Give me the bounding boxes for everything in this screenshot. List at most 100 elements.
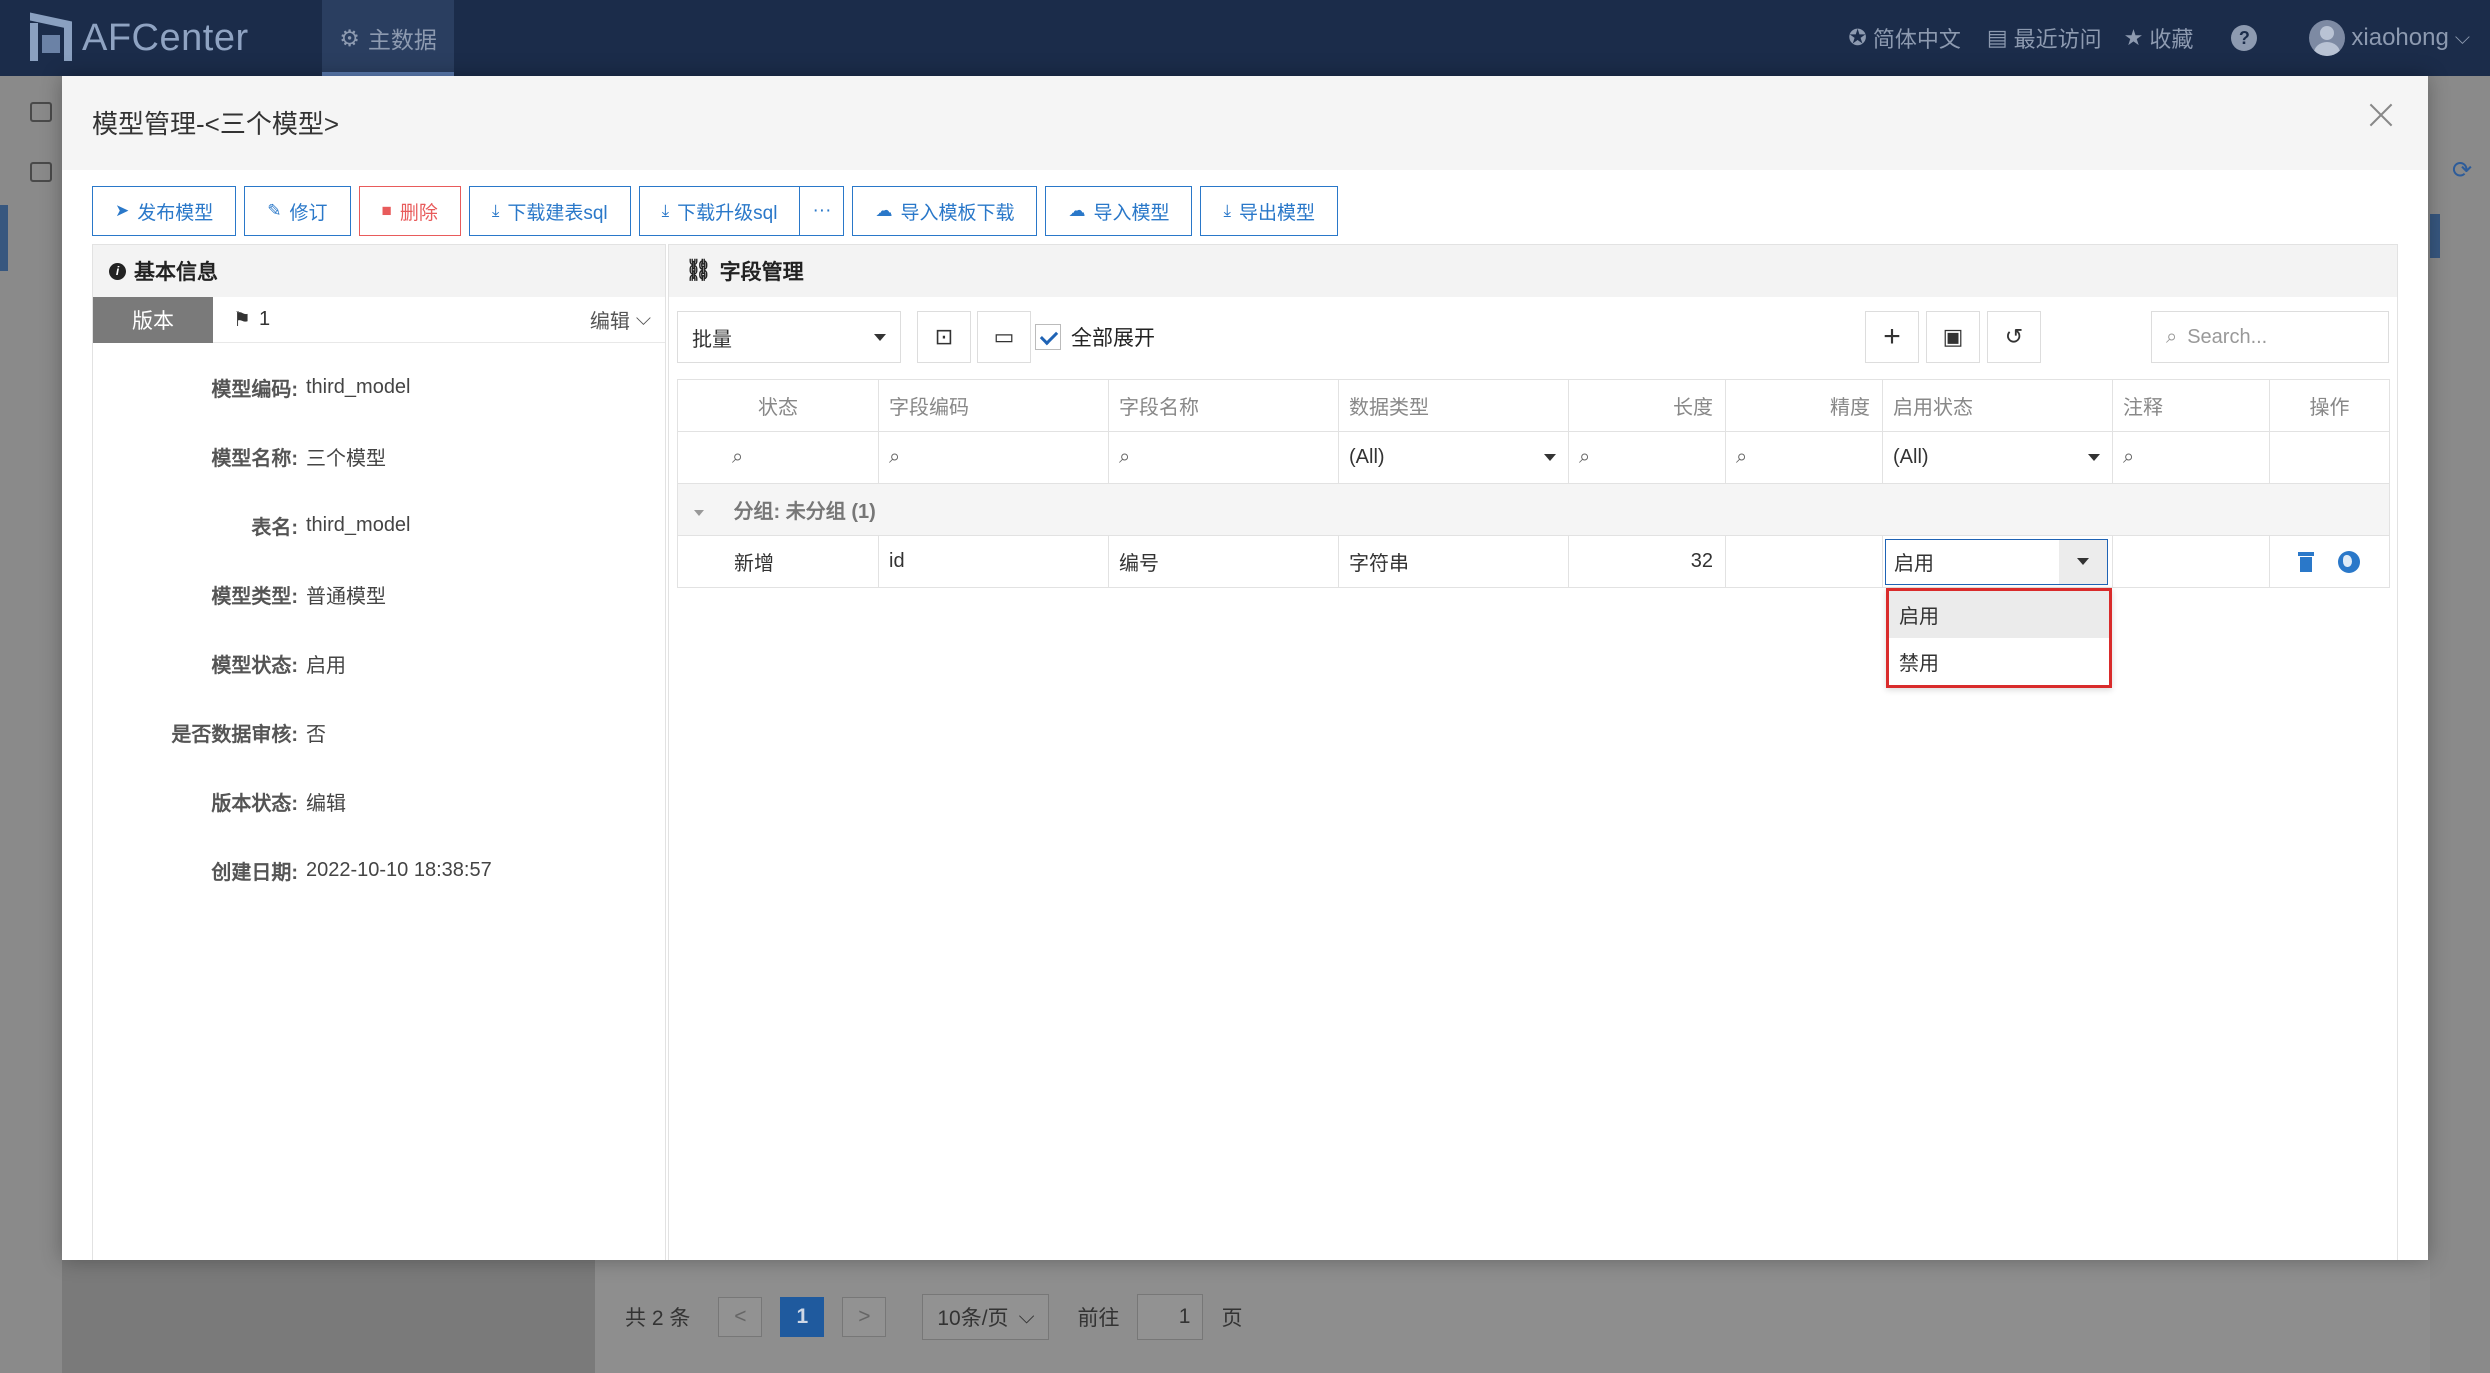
data-type-filter-select[interactable]: (All) [1349, 446, 1568, 469]
option-enabled[interactable]: 启用 [1889, 591, 2109, 638]
delete-button[interactable]: ■ 删除 [358, 186, 461, 236]
revise-button[interactable]: ✎ 修订 [244, 186, 351, 236]
favorites[interactable]: ★ 收藏 [2124, 22, 2194, 54]
globe-icon[interactable] [2338, 550, 2360, 573]
goto-page-input[interactable]: 1 [1137, 1293, 1204, 1340]
col-precision[interactable]: 精度 [1725, 379, 1883, 432]
page-size-select[interactable]: 10条/页 ⌵ [922, 1293, 1050, 1340]
filter-length[interactable]: ⌕ [1568, 431, 1726, 484]
collapse-caret-icon[interactable] [694, 509, 704, 516]
col-length[interactable]: 长度 [1568, 379, 1726, 432]
cell-enabled[interactable]: 启用 [1882, 535, 2113, 588]
row-actions [2280, 550, 2389, 573]
cell-comment[interactable] [2112, 535, 2270, 588]
filter-comment[interactable]: ⌕ [2112, 431, 2270, 484]
info-row-model-status: 模型状态: 启用 [93, 629, 665, 698]
info-value: 2022-10-10 18:38:57 [306, 859, 492, 881]
cell-status[interactable]: 新增 [677, 535, 879, 588]
col-status[interactable]: 状态 [677, 379, 879, 432]
save-button[interactable]: ▣ [1926, 311, 1980, 363]
version-tab[interactable]: 版本 [93, 296, 213, 343]
group-cell[interactable]: 分组: 未分组 (1) [677, 483, 2390, 536]
cell-field-code[interactable]: id [878, 535, 1109, 588]
version-edit-dropdown[interactable]: 编辑 ⌵ [590, 305, 651, 334]
top-navbar: AFCenter ⚙ 主数据 ✪ 简体中文 ▤ 最近访问 ★ 收藏 ? xiao… [0, 0, 2490, 76]
filter-enabled[interactable]: (All) [1882, 431, 2113, 484]
calendar-check-icon: ⊡ [934, 324, 954, 349]
basic-info-list: 模型编码: third_model 模型名称: 三个模型 表名: third_m… [93, 343, 665, 905]
col-actions: 操作 [2269, 379, 2390, 432]
publish-model-button[interactable]: ➤ 发布模型 [92, 186, 237, 236]
modal-toolbar: ➤ 发布模型 ✎ 修订 ■ 删除 ⤓ 下载建表sql ⤓ 下载升级sql ···… [92, 186, 1338, 236]
user-menu[interactable]: xiaohong ⌵ [2309, 20, 2470, 56]
info-value: 三个模型 [306, 448, 386, 470]
info-label: 模型编码: [211, 379, 298, 401]
expand-all-toggle[interactable]: 全部展开 [1035, 311, 1155, 363]
page-unit-label: 页 [1221, 1306, 1243, 1330]
cell-field-name[interactable]: 编号 [1108, 535, 1339, 588]
more-actions-button[interactable]: ··· [799, 186, 845, 236]
cell-precision[interactable] [1725, 535, 1883, 588]
batch-select[interactable]: 批量 [677, 311, 901, 363]
language-icon: ✪ [1848, 25, 1867, 50]
page-button-edge[interactable] [2430, 214, 2440, 258]
batch-apply-button[interactable]: ⊡ [917, 311, 971, 363]
filter-data-type[interactable]: (All) [1338, 431, 1569, 484]
username: xiaohong [2351, 24, 2449, 51]
database-icon[interactable] [30, 162, 52, 182]
col-data-type[interactable]: 数据类型 [1338, 379, 1569, 432]
export-model-button[interactable]: ⤓ 导出模型 [1200, 186, 1338, 236]
cell-length[interactable]: 32 [1568, 535, 1726, 588]
info-label: 模型名称: [211, 448, 298, 470]
import-model-button[interactable]: ☁ 导入模型 [1045, 186, 1193, 236]
side-menu-active-marker [0, 205, 8, 271]
recent-visits[interactable]: ▤ 最近访问 [1987, 22, 2102, 54]
open-folder-button[interactable]: ▭ [977, 311, 1031, 363]
language-switch[interactable]: ✪ 简体中文 [1848, 22, 1960, 54]
col-field-code[interactable]: 字段编码 [878, 379, 1109, 432]
group-row[interactable]: 分组: 未分组 (1) [677, 483, 2390, 536]
chevron-down-icon: ⌵ [2454, 26, 2470, 49]
download-create-sql-button[interactable]: ⤓ 下载建表sql [468, 186, 631, 236]
search-icon: ⌕ [2166, 325, 2178, 348]
grid-search[interactable]: ⌕ Search... [2151, 311, 2389, 363]
col-enabled[interactable]: 启用状态 [1882, 379, 2113, 432]
info-row-model-type: 模型类型: 普通模型 [93, 560, 665, 629]
table-row[interactable]: 新增 id 编号 字符串 32 启用 [677, 535, 2390, 588]
undo-icon: ↺ [2004, 324, 2024, 349]
filter-field-code[interactable]: ⌕ [878, 431, 1109, 484]
page-size-value: 10条/页 [937, 1306, 1009, 1330]
option-disabled[interactable]: 禁用 [1889, 638, 2109, 685]
filter-field-name[interactable]: ⌕ [1108, 431, 1339, 484]
info-label: 模型状态: [211, 655, 298, 677]
nav-master-data-label: 主数据 [367, 27, 437, 53]
revert-button[interactable]: ↺ [1987, 311, 2041, 363]
expand-all-checkbox[interactable] [1035, 324, 1061, 350]
caret-down-icon [2088, 454, 2100, 461]
close-icon[interactable] [2364, 100, 2398, 134]
col-field-name[interactable]: 字段名称 [1108, 379, 1339, 432]
folder-open-icon: ▭ [993, 324, 1015, 349]
enabled-select-editor[interactable]: 启用 [1885, 538, 2108, 585]
col-comment[interactable]: 注释 [2112, 379, 2270, 432]
enabled-filter-select[interactable]: (All) [1893, 446, 2112, 469]
caret-down-icon [874, 333, 886, 341]
add-row-button[interactable]: + [1865, 311, 1919, 363]
wallet-icon[interactable] [30, 102, 52, 122]
next-page-button[interactable]: > [842, 1296, 887, 1337]
page-1-button[interactable]: 1 [780, 1296, 825, 1337]
basic-info-panel: i 基本信息 版本 ⚑ 1 编辑 ⌵ 模型编码: third_model 模型名… [92, 244, 666, 1260]
prev-page-button[interactable]: < [718, 1296, 763, 1337]
enabled-select-toggle[interactable] [2059, 539, 2107, 584]
download-import-template-button[interactable]: ☁ 导入模板下载 [852, 186, 1038, 236]
pagination: 共 2 条 < 1 > 10条/页 ⌵ 前往 1 页 [595, 1260, 2430, 1373]
delete-row-icon[interactable] [2298, 551, 2314, 572]
filter-precision[interactable]: ⌕ [1725, 431, 1883, 484]
help-icon[interactable]: ? [2231, 25, 2258, 51]
nav-master-data[interactable]: ⚙ 主数据 [322, 0, 454, 76]
download-upgrade-sql-button[interactable]: ⤓ 下载升级sql [638, 186, 801, 236]
app-logo[interactable]: AFCenter [30, 12, 249, 62]
cell-data-type[interactable]: 字符串 [1338, 535, 1569, 588]
filter-status[interactable]: ⌕ [677, 431, 879, 484]
refresh-icon[interactable]: ⟳ [2452, 156, 2472, 185]
